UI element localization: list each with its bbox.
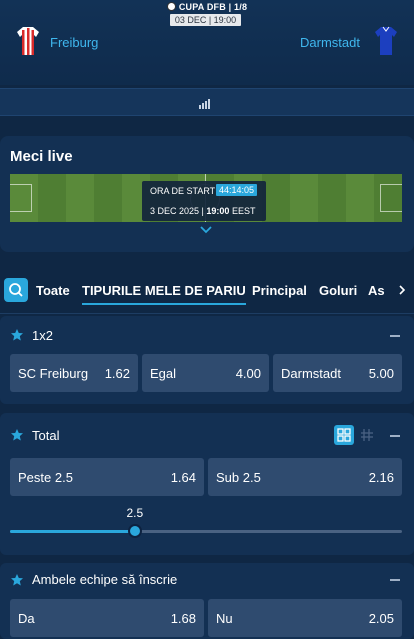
market-title: 1x2 <box>32 328 53 343</box>
odd-button[interactable]: SC Freiburg 1.62 <box>10 354 138 392</box>
match-date: 03 DEC | 19:00 <box>170 14 241 26</box>
away-jersey-icon <box>375 26 397 55</box>
live-match-card: Meci live ORA DE START 44:14:05 3 DEC 20… <box>0 136 414 252</box>
collapse-icon[interactable] <box>390 335 400 337</box>
odd-button[interactable]: Darmstadt 5.00 <box>273 354 402 392</box>
list-view-icon[interactable] <box>360 428 374 442</box>
odd-value: 2.16 <box>368 470 394 485</box>
odd-label: Nu <box>216 611 233 626</box>
grid-view-icon[interactable] <box>334 425 354 445</box>
market-title: Total <box>32 428 60 443</box>
star-icon[interactable] <box>10 328 24 342</box>
competition-text: CUPA DFB | 1/8 <box>178 2 248 12</box>
tab-principal[interactable]: Principal <box>252 283 307 298</box>
football-icon <box>166 2 176 11</box>
tab-goluri[interactable]: Goluri <box>319 283 357 298</box>
star-icon[interactable] <box>10 428 24 442</box>
chevron-down-icon[interactable] <box>199 225 213 235</box>
stats-bar[interactable] <box>0 88 414 116</box>
odd-button[interactable]: Da 1.68 <box>10 599 204 637</box>
stats-bars-icon[interactable] <box>199 97 213 109</box>
kickoff-timezone: EEST <box>231 206 256 216</box>
odd-button[interactable]: Egal 4.00 <box>142 354 269 392</box>
odd-label: Sub 2.5 <box>216 470 261 485</box>
odd-value: 1.68 <box>170 611 196 626</box>
odd-label: SC Freiburg <box>18 366 89 381</box>
total-slider-fill <box>10 530 136 533</box>
odd-value: 1.64 <box>170 470 196 485</box>
odd-label: Peste 2.5 <box>18 470 73 485</box>
home-jersey-icon <box>17 27 39 55</box>
kickoff-date: 3 DEC 2025 | <box>150 206 204 216</box>
market-total: Total Peste 2.5 1.64 Sub 2.5 2.16 <box>0 413 414 555</box>
odd-label: Darmstadt <box>281 366 341 381</box>
search-icon <box>9 283 23 297</box>
odd-button[interactable]: Sub 2.5 2.16 <box>208 458 402 496</box>
market-tabs: Toate TIPURILE MELE DE PARIU Principal G… <box>0 270 414 314</box>
odd-value: 4.00 <box>235 366 261 381</box>
live-title: Meci live <box>10 148 73 165</box>
tab-toate[interactable]: Toate <box>36 283 70 298</box>
odd-label: Da <box>18 611 35 626</box>
odd-label: Egal <box>150 366 177 381</box>
kickoff-time: 19:00 <box>206 206 230 216</box>
odd-button[interactable]: Nu 2.05 <box>208 599 402 637</box>
market-title: Ambele echipe să înscrie <box>32 572 178 587</box>
chevron-right-icon[interactable] <box>396 284 408 296</box>
market-btts: Ambele echipe să înscrie Da 1.68 Nu 2.05 <box>0 563 414 639</box>
market-1x2: 1x2 SC Freiburg 1.62 Egal 4.00 Darmstadt… <box>0 316 414 404</box>
competition-label: CUPA DFB | 1/8 <box>0 2 414 12</box>
collapse-icon[interactable] <box>390 579 400 581</box>
kickoff-datetime: 3 DEC 2025 | 19:00 EEST <box>150 206 255 216</box>
kickoff-info: ORA DE START 44:14:05 3 DEC 2025 | 19:00… <box>142 181 266 221</box>
tab-tipurile-mele[interactable]: TIPURILE MELE DE PARIU <box>82 283 246 305</box>
tab-as[interactable]: As <box>368 283 385 298</box>
collapse-icon[interactable] <box>390 435 400 437</box>
countdown-badge: 44:14:05 <box>216 184 258 196</box>
kickoff-label: ORA DE START <box>150 186 216 196</box>
odd-button[interactable]: Peste 2.5 1.64 <box>10 458 204 496</box>
star-icon[interactable] <box>10 573 24 587</box>
odd-value: 2.05 <box>368 611 394 626</box>
total-slider-value: 2.5 <box>126 506 144 520</box>
home-team-name[interactable]: Freiburg <box>50 35 98 50</box>
away-team-name[interactable]: Darmstadt <box>300 35 360 50</box>
search-button[interactable] <box>4 278 28 302</box>
odd-value: 5.00 <box>368 366 394 381</box>
match-header: CUPA DFB | 1/8 03 DEC | 19:00 Freiburg D… <box>0 0 414 85</box>
odd-value: 1.62 <box>104 366 130 381</box>
